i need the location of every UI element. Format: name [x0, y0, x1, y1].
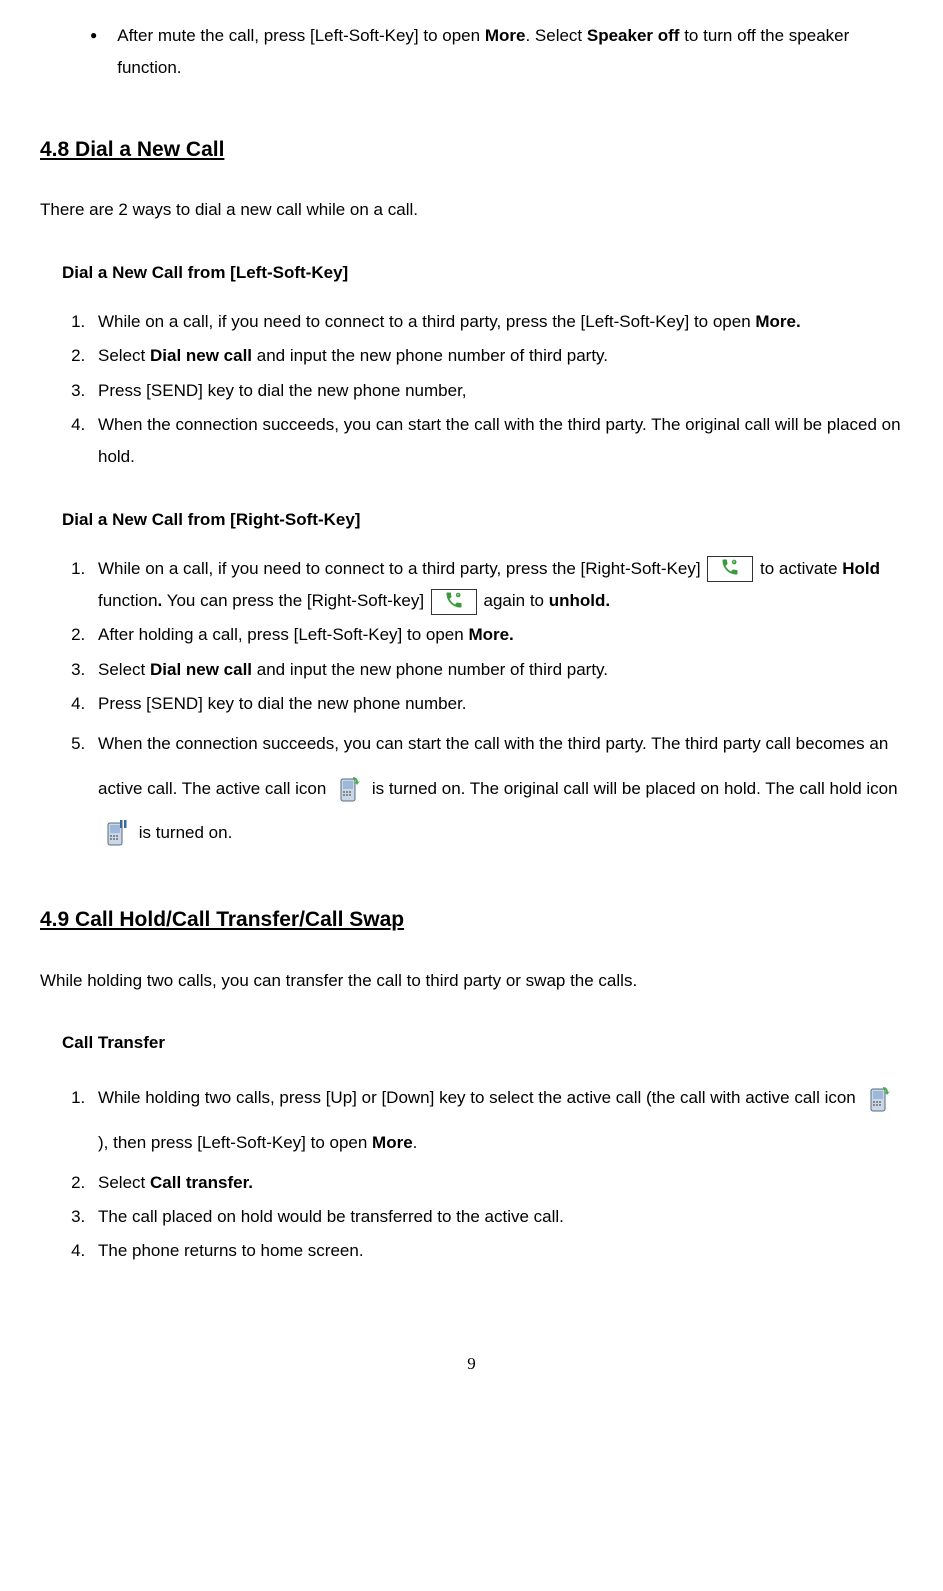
text: again to: [484, 591, 549, 610]
text: is turned on. The original call will be …: [372, 779, 898, 798]
bold-more: More: [372, 1133, 413, 1152]
heading-4-9: 4.9 Call Hold/Call Transfer/Call Swap: [40, 900, 903, 940]
bold-dial-new-call: Dial new call: [150, 660, 252, 679]
bullet-speaker-off: ● After mute the call, press [Left-Soft-…: [90, 20, 903, 85]
bullet-text: After mute the call, press [Left-Soft-Ke…: [117, 20, 903, 85]
text: .: [413, 1133, 418, 1152]
list-right-soft-key: While on a call, if you need to connect …: [62, 553, 903, 855]
list-item: After holding a call, press [Left-Soft-K…: [90, 619, 903, 651]
text: and input the new phone number of third …: [252, 660, 608, 679]
list-item: The call placed on hold would be transfe…: [90, 1201, 903, 1233]
bold-unhold: unhold.: [549, 591, 610, 610]
text: After mute the call, press [Left-Soft-Ke…: [117, 26, 485, 45]
text: While on a call, if you need to connect …: [98, 559, 705, 578]
text: is turned on.: [139, 823, 233, 842]
list-item: Press [SEND] key to dial the new phone n…: [90, 688, 903, 720]
text: After holding a call, press [Left-Soft-K…: [98, 625, 468, 644]
text: and input the new phone number of third …: [252, 346, 608, 365]
list-call-transfer: While holding two calls, press [Up] or […: [62, 1076, 903, 1267]
list-item: Select Call transfer.: [90, 1167, 903, 1199]
text: While holding two calls, press [Up] or […: [98, 1088, 861, 1107]
list-item: Press [SEND] key to dial the new phone n…: [90, 375, 903, 407]
text: function: [98, 591, 158, 610]
bold-more: More: [485, 26, 526, 45]
subheading-call-transfer: Call Transfer: [62, 1027, 903, 1059]
hold-key-icon: [707, 556, 753, 582]
list-item: When the connection succeeds, you can st…: [90, 722, 903, 855]
bold-call-transfer: Call transfer.: [150, 1173, 253, 1192]
list-item: When the connection succeeds, you can st…: [90, 409, 903, 474]
intro-4-9: While holding two calls, you can transfe…: [40, 965, 903, 997]
text: Select: [98, 660, 150, 679]
bold-dial-new-call: Dial new call: [150, 346, 252, 365]
heading-4-8: 4.8 Dial a New Call: [40, 130, 903, 170]
text: to activate: [760, 559, 842, 578]
bold-hold: Hold: [842, 559, 880, 578]
bold-more: More.: [755, 312, 800, 331]
active-call-icon: [333, 773, 365, 805]
bullet-marker: ●: [90, 20, 97, 85]
list-item: While on a call, if you need to connect …: [90, 553, 903, 618]
page-number: 9: [40, 1348, 903, 1380]
text: . Select: [525, 26, 586, 45]
list-item: Select Dial new call and input the new p…: [90, 340, 903, 372]
text: Select: [98, 1173, 150, 1192]
active-call-icon: [863, 1083, 895, 1115]
text: While on a call, if you need to connect …: [98, 312, 755, 331]
unhold-key-icon: [431, 589, 477, 615]
text: You can press the [Right-Soft-key]: [162, 591, 428, 610]
subheading-right-soft-key: Dial a New Call from [Right-Soft-Key]: [62, 504, 903, 536]
list-item: Select Dial new call and input the new p…: [90, 654, 903, 686]
text: ), then press [Left-Soft-Key] to open: [98, 1133, 372, 1152]
list-item: While on a call, if you need to connect …: [90, 306, 903, 338]
call-hold-icon: [100, 817, 132, 849]
list-item: While holding two calls, press [Up] or […: [90, 1076, 903, 1164]
intro-4-8: There are 2 ways to dial a new call whil…: [40, 194, 903, 226]
list-item: The phone returns to home screen.: [90, 1235, 903, 1267]
bold-speaker-off: Speaker off: [587, 26, 680, 45]
text: Select: [98, 346, 150, 365]
subheading-left-soft-key: Dial a New Call from [Left-Soft-Key]: [62, 257, 903, 289]
list-left-soft-key: While on a call, if you need to connect …: [62, 306, 903, 473]
bold-more: More.: [468, 625, 513, 644]
